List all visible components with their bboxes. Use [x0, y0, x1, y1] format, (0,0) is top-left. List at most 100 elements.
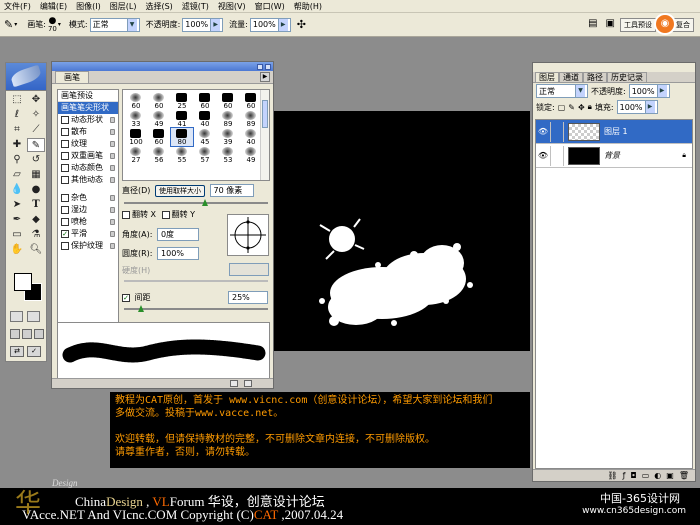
- menu-item[interactable]: 帮助(H): [294, 1, 322, 12]
- layer-row[interactable]: 👁︎ 图层 1: [536, 120, 692, 144]
- lock-position-icon[interactable]: ✥: [578, 103, 585, 112]
- screen-mode-full-menu-icon[interactable]: [22, 329, 32, 339]
- brush-option-checkbox[interactable]: ✓: [61, 230, 69, 238]
- brush-option-item[interactable]: 其他动态: [58, 174, 118, 186]
- magic-wand-tool-icon[interactable]: ✧: [27, 108, 45, 122]
- brush-option-item[interactable]: 散布: [58, 126, 118, 138]
- brush-presets-item[interactable]: 画笔预设: [58, 90, 118, 102]
- brush-preset[interactable]: 60: [125, 92, 147, 110]
- path-selection-tool-icon[interactable]: ➤: [8, 198, 26, 212]
- diameter-input[interactable]: 70 像素: [209, 184, 254, 197]
- document-canvas[interactable]: [274, 111, 530, 351]
- brush-preset[interactable]: 60: [194, 92, 216, 110]
- quick-mask-mode-icon[interactable]: [27, 311, 40, 322]
- type-tool-icon[interactable]: T: [27, 198, 45, 212]
- layers-tab[interactable]: 历史记录: [607, 72, 647, 82]
- lock-all-icon[interactable]: 🔒︎: [588, 102, 592, 112]
- lock-icon[interactable]: [110, 153, 115, 159]
- brush-preset[interactable]: 40: [240, 128, 262, 146]
- menu-item[interactable]: 图像(I): [76, 1, 101, 12]
- brush-option-checkbox[interactable]: [61, 140, 69, 148]
- brush-preset[interactable]: 100: [125, 128, 147, 146]
- brush-preset[interactable]: 60: [240, 92, 262, 110]
- airbrush-icon[interactable]: ✣: [297, 18, 306, 31]
- lock-icon[interactable]: [110, 177, 115, 183]
- brush-option-checkbox[interactable]: [61, 242, 69, 250]
- scrollbar-thumb[interactable]: [262, 100, 268, 128]
- brush-preset[interactable]: 49: [148, 110, 170, 128]
- adobe-online-icon[interactable]: ◉: [654, 13, 676, 35]
- hand-tool-icon[interactable]: ✋: [8, 243, 26, 257]
- layer-style-icon[interactable]: ƒ: [623, 470, 626, 481]
- file-browser-icon[interactable]: ▤: [585, 18, 600, 32]
- brush-preset[interactable]: 55: [171, 146, 193, 164]
- blur-tool-icon[interactable]: 💧: [8, 183, 26, 197]
- fill-input[interactable]: 100% ▶: [616, 100, 658, 114]
- lock-transparency-icon[interactable]: ▢: [558, 103, 566, 112]
- brush-preset[interactable]: 41: [171, 110, 193, 128]
- spacing-input[interactable]: 25%: [228, 291, 268, 304]
- layers-tab[interactable]: 通道: [559, 72, 583, 82]
- lock-icon[interactable]: [110, 195, 115, 201]
- brush-preset[interactable]: 39: [217, 128, 239, 146]
- slice-tool-icon[interactable]: ⟋: [27, 123, 45, 137]
- use-sample-size-button[interactable]: 使用取样大小: [154, 185, 205, 197]
- layer-link-slot[interactable]: [550, 145, 564, 166]
- brush-option-item[interactable]: 双重画笔: [58, 150, 118, 162]
- marquee-tool-icon[interactable]: ⬚: [8, 93, 26, 107]
- trash-icon[interactable]: 🗑︎: [679, 470, 689, 481]
- brush-preset[interactable]: 60: [148, 92, 170, 110]
- lock-icon[interactable]: [110, 207, 115, 213]
- brush-option-checkbox[interactable]: [61, 116, 69, 124]
- link-icon[interactable]: ⛓: [607, 470, 617, 481]
- layer-link-slot[interactable]: [550, 121, 564, 142]
- preset-scrollbar[interactable]: [260, 90, 269, 180]
- lock-pixels-icon[interactable]: ✎: [568, 103, 575, 112]
- brush-option-item[interactable]: ✓ 平滑: [58, 228, 118, 240]
- brush-option-item[interactable]: 湿边: [58, 204, 118, 216]
- brush-preset[interactable]: 40: [194, 110, 216, 128]
- lock-icon[interactable]: [110, 231, 115, 237]
- shape-tool-icon[interactable]: ◆: [27, 213, 45, 227]
- brush-option-item[interactable]: 杂色: [58, 192, 118, 204]
- brush-option-item[interactable]: 保护纹理: [58, 240, 118, 252]
- diameter-slider[interactable]: [124, 199, 268, 206]
- brush-preset[interactable]: 53: [217, 146, 239, 164]
- close-icon[interactable]: [265, 63, 271, 70]
- brush-preset[interactable]: 49: [240, 146, 262, 164]
- layer-row[interactable]: 👁︎ 背景 🔒︎: [536, 144, 692, 168]
- blend-mode-select[interactable]: 正常 ▼: [536, 84, 588, 98]
- roundness-input[interactable]: 100%: [157, 247, 200, 260]
- brush-option-item[interactable]: 动态颜色: [58, 162, 118, 174]
- flip-x-checkbox[interactable]: [122, 210, 130, 219]
- palette-menu-icon[interactable]: ▶: [260, 72, 270, 82]
- eraser-tool-icon[interactable]: ▱: [8, 168, 26, 182]
- menu-item[interactable]: 窗口(W): [255, 1, 285, 12]
- menu-item[interactable]: 文件(F): [4, 1, 31, 12]
- lock-icon[interactable]: [110, 243, 115, 249]
- new-set-icon[interactable]: ▭: [642, 470, 650, 481]
- toolbox-header[interactable]: [6, 63, 46, 91]
- delete-brush-icon[interactable]: [244, 380, 252, 387]
- visibility-eye-icon[interactable]: 👁︎: [536, 127, 550, 136]
- lock-icon[interactable]: [110, 117, 115, 123]
- brush-option-checkbox[interactable]: [61, 194, 69, 202]
- new-layer-icon[interactable]: ▣: [666, 470, 674, 481]
- mode-select[interactable]: 正常 ▼: [89, 17, 140, 32]
- spacing-checkbox[interactable]: ✓: [122, 293, 130, 302]
- slider-knob[interactable]: [138, 305, 144, 312]
- layers-tab[interactable]: 路径: [583, 72, 607, 82]
- check-icon[interactable]: ✓: [27, 346, 41, 357]
- lock-icon[interactable]: [110, 129, 115, 135]
- brush-tool-icon[interactable]: ✎: [4, 18, 13, 31]
- brush-option-checkbox[interactable]: [61, 218, 69, 226]
- flip-y-checkbox[interactable]: [161, 210, 170, 219]
- brush-preset[interactable]: 89: [217, 110, 239, 128]
- brush-option-checkbox[interactable]: [61, 206, 69, 214]
- spacing-slider[interactable]: [124, 305, 268, 312]
- pen-tool-icon[interactable]: ✒: [8, 213, 26, 227]
- new-brush-icon[interactable]: [230, 380, 238, 387]
- angle-input[interactable]: 0度: [156, 228, 199, 241]
- gradient-tool-icon[interactable]: ▦: [27, 168, 45, 182]
- brush-option-item[interactable]: 喷枪: [58, 216, 118, 228]
